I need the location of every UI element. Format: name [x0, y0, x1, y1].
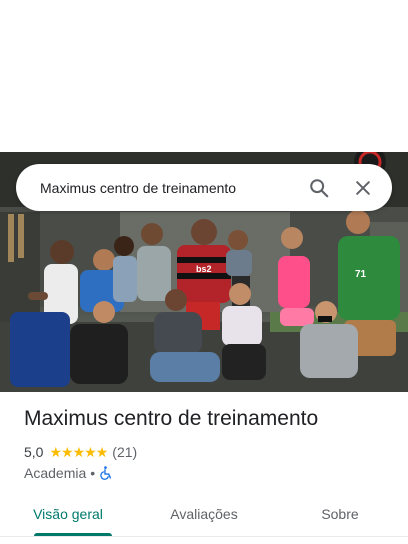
close-icon [356, 180, 370, 195]
rating-row[interactable]: 5,0 ★ ★ ★ ★ ★ (21) [24, 444, 137, 460]
rating-stars: ★ ★ ★ ★ ★ [49, 444, 109, 460]
place-title: Maximus centro de treinamento [24, 407, 319, 430]
svg-text:71: 71 [355, 269, 367, 280]
search-button[interactable] [302, 171, 336, 205]
tab-sobre[interactable]: Sobre [272, 496, 408, 540]
clear-search-button[interactable] [346, 171, 380, 205]
tabs-divider [0, 536, 408, 537]
category-row: Academia • [24, 465, 112, 481]
search-input[interactable]: Maximus centro de treinamento [40, 180, 292, 196]
star-icon: ★ [95, 444, 109, 460]
separator-dot: • [90, 465, 96, 481]
wheelchair-icon [100, 466, 112, 480]
rating-value: 5,0 [24, 444, 44, 460]
star-icon: ★ [49, 444, 62, 460]
search-box[interactable]: Maximus centro de treinamento [16, 164, 392, 211]
jersey-text: bs2 [196, 264, 212, 274]
star-icon: ★ [84, 444, 97, 460]
review-count[interactable]: (21) [112, 444, 137, 460]
star-icon: ★ [72, 444, 86, 460]
search-icon [310, 178, 329, 197]
star-icon: ★ [61, 444, 74, 460]
tab-avaliacoes[interactable]: Avaliações [136, 496, 272, 540]
category-label: Academia [24, 465, 87, 481]
